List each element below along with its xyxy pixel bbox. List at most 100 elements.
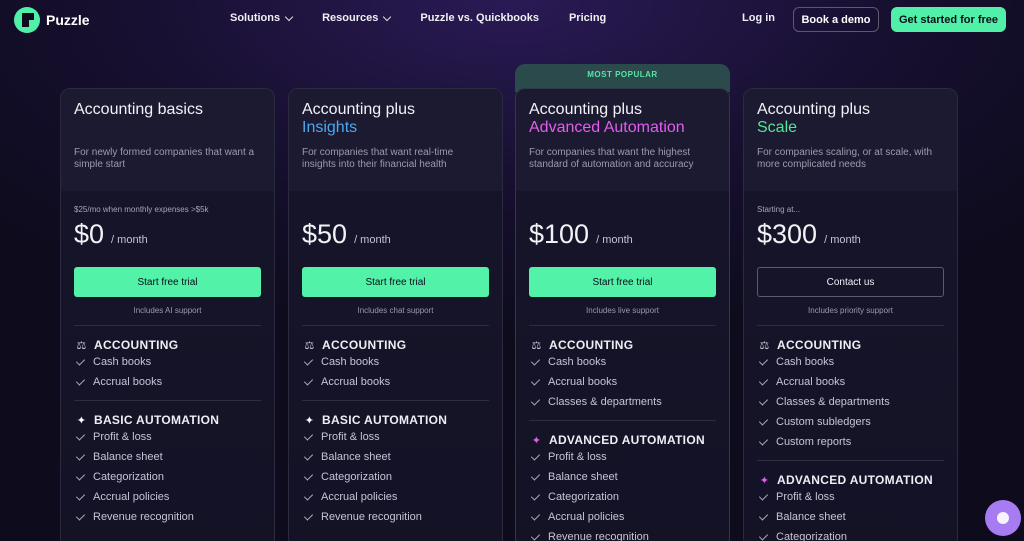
top-nav: Puzzle Solutions Resources Puzzle vs. Qu…: [0, 0, 1024, 40]
scale-icon: ⚖: [304, 339, 315, 352]
feature-item: Accrual policies: [303, 487, 489, 507]
feature-section: ⚖ ACCOUNTING Cash books Accrual books: [302, 338, 489, 392]
price-row: $100 / month: [529, 219, 716, 253]
menu-puzzle-vs-quickbooks[interactable]: Puzzle vs. Quickbooks: [420, 12, 539, 24]
check-icon: [530, 450, 541, 461]
feature-label: Categorization: [93, 471, 164, 483]
price-row: $300 / month: [757, 219, 944, 253]
plan-description: For companies scaling, or at scale, with…: [757, 147, 933, 170]
contact-us-button[interactable]: Contact us: [757, 267, 944, 297]
feature-label: Accrual books: [548, 376, 618, 388]
plan-card: Accounting basics For newly formed compa…: [60, 88, 275, 541]
feature-item: Cash books: [303, 352, 489, 372]
feature-section: ⚖ ACCOUNTING Cash books Accrual books: [74, 338, 261, 392]
feature-label: Categorization: [321, 471, 392, 483]
plan-header: Accounting plus Advanced Automation For …: [516, 89, 729, 191]
feature-label: Classes & departments: [776, 396, 890, 408]
feature-label: Classes & departments: [548, 396, 662, 408]
check-icon: [758, 490, 769, 501]
check-icon: [303, 430, 314, 441]
feature-item: Profit & loss: [75, 427, 261, 447]
feature-item: Custom reports: [758, 432, 944, 452]
plan-price: $50: [302, 219, 348, 249]
feature-label: Accrual books: [321, 376, 391, 388]
feature-label: Accrual books: [776, 376, 846, 388]
check-icon: [303, 490, 314, 501]
check-icon: [530, 395, 541, 406]
check-icon: [530, 530, 541, 541]
scale-icon: ⚖: [76, 339, 87, 352]
chat-launcher-button[interactable]: [985, 500, 1021, 536]
feature-label: Revenue recognition: [93, 511, 194, 523]
price-period: / month: [354, 234, 391, 246]
price-note: [302, 205, 489, 217]
feature-item: Accrual books: [303, 372, 489, 392]
feature-section: ✦ BASIC AUTOMATION Profit & loss Balance…: [302, 413, 489, 527]
price-period: / month: [824, 234, 861, 246]
menu-puzzle-vs-quickbooks-label: Puzzle vs. Quickbooks: [420, 12, 539, 24]
divider: [757, 325, 944, 326]
plan-name: Accounting basics: [74, 101, 203, 118]
get-started-button[interactable]: Get started for free: [891, 7, 1006, 32]
chat-icon: [997, 512, 1009, 524]
feature-label: Custom subledgers: [776, 416, 871, 428]
check-icon: [75, 355, 86, 366]
plan-header: Accounting basics For newly formed compa…: [61, 89, 274, 191]
chevron-down-icon: [383, 12, 392, 21]
section-title: ADVANCED AUTOMATION: [777, 473, 933, 487]
brand-logo[interactable]: Puzzle: [14, 7, 90, 33]
check-icon: [303, 510, 314, 521]
feature-item: Accrual books: [530, 372, 716, 392]
price-note: [529, 205, 716, 217]
plan-body: $100 / month Start free trial Includes l…: [516, 191, 729, 541]
menu-resources[interactable]: Resources: [322, 12, 392, 24]
feature-label: Profit & loss: [548, 451, 607, 463]
feature-label: Revenue recognition: [321, 511, 422, 523]
plan-description: For companies that want real-time insigh…: [302, 147, 454, 170]
feature-label: Accrual policies: [321, 491, 398, 503]
support-note: Includes priority support: [808, 306, 893, 315]
section-title: ACCOUNTING: [549, 338, 634, 352]
feature-item: Profit & loss: [303, 427, 489, 447]
feature-section: ⚖ ACCOUNTING Cash books Accrual books Cl…: [529, 338, 716, 412]
feature-label: Profit & loss: [93, 431, 152, 443]
feature-item: Revenue recognition: [75, 507, 261, 527]
divider: [74, 325, 261, 326]
feature-item: Balance sheet: [758, 507, 944, 527]
check-icon: [75, 430, 86, 441]
feature-label: Revenue recognition: [548, 531, 649, 541]
check-icon: [758, 530, 769, 541]
feature-item: Cash books: [530, 352, 716, 372]
section-title: ACCOUNTING: [322, 338, 407, 352]
feature-item: Accrual books: [75, 372, 261, 392]
menu-pricing[interactable]: Pricing: [569, 12, 606, 24]
divider: [302, 325, 489, 326]
plan-tier: Scale: [757, 119, 798, 136]
start-free-trial-button[interactable]: Start free trial: [302, 267, 489, 297]
check-icon: [530, 490, 541, 501]
feature-label: Custom reports: [776, 436, 852, 448]
section-divider: [757, 460, 944, 461]
check-icon: [303, 450, 314, 461]
menu-solutions[interactable]: Solutions: [230, 12, 294, 24]
plan-body: $50 / month Start free trial Includes ch…: [289, 191, 502, 527]
chevron-down-icon: [284, 12, 294, 21]
start-free-trial-button[interactable]: Start free trial: [529, 267, 716, 297]
feature-item: Profit & loss: [530, 447, 716, 467]
login-link[interactable]: Log in: [742, 12, 775, 24]
feature-item: Cash books: [75, 352, 261, 372]
feature-item: Balance sheet: [303, 447, 489, 467]
section-title: BASIC AUTOMATION: [94, 413, 220, 427]
plan-tier: Insights: [302, 119, 358, 136]
feature-item: Categorization: [530, 487, 716, 507]
feature-label: Balance sheet: [93, 451, 163, 463]
section-title: ACCOUNTING: [777, 338, 862, 352]
section-divider: [74, 400, 261, 401]
section-header: ✦ BASIC AUTOMATION: [303, 413, 489, 427]
book-demo-button[interactable]: Book a demo: [793, 7, 879, 32]
start-free-trial-button[interactable]: Start free trial: [74, 267, 261, 297]
check-icon: [303, 355, 314, 366]
feature-label: Cash books: [321, 356, 380, 368]
sparkle-icon: ✦: [76, 414, 87, 427]
plan-body: Starting at... $300 / month Contact us I…: [744, 191, 957, 541]
